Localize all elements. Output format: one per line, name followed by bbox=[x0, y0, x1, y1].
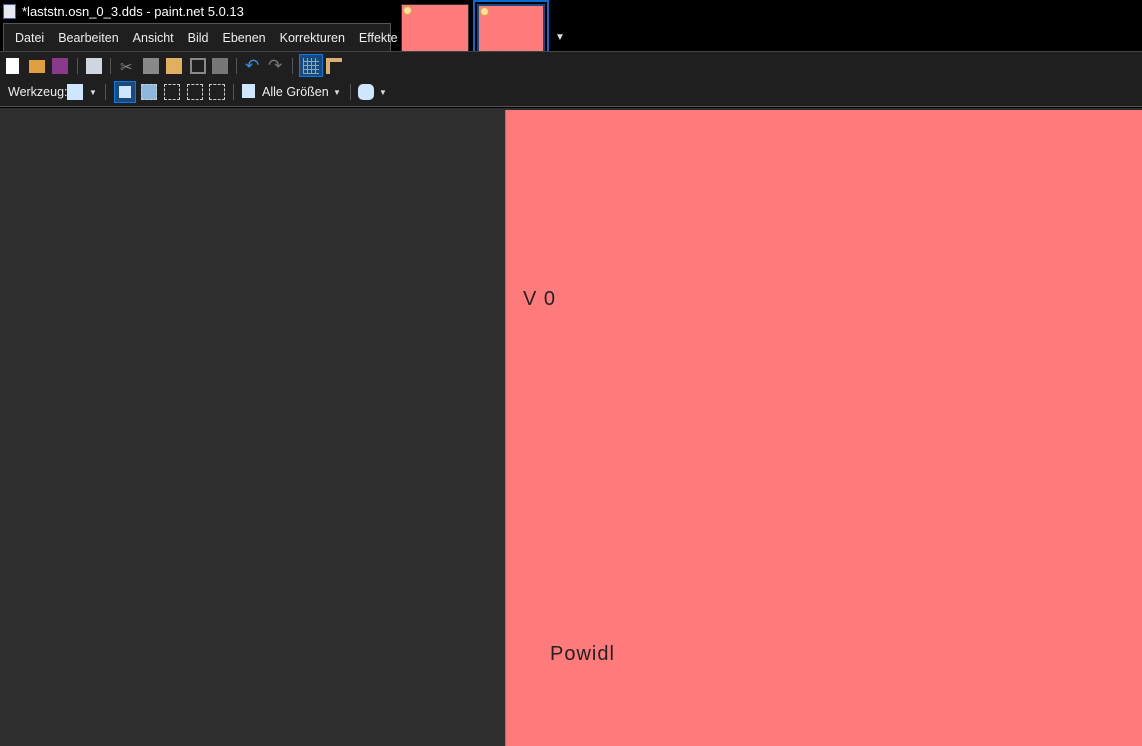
replace-mode-icon bbox=[119, 86, 131, 98]
menu-datei[interactable]: Datei bbox=[8, 31, 51, 45]
rectangle-select-tool-icon[interactable] bbox=[67, 84, 83, 100]
undo-icon[interactable]: ↶ bbox=[245, 56, 261, 75]
copy-icon[interactable] bbox=[143, 58, 159, 74]
toolbar: ✂ ↶ ↷ Werkzeug: ▼ Alle Größen ▼ ▼ bbox=[0, 51, 1142, 107]
crop-icon[interactable] bbox=[190, 58, 206, 74]
paste-icon[interactable] bbox=[166, 58, 182, 74]
separator bbox=[292, 58, 293, 74]
chevron-down-icon[interactable]: ▼ bbox=[89, 88, 97, 97]
image-text-v0: V 0 bbox=[523, 288, 557, 310]
size-dropdown[interactable]: Alle Größen bbox=[262, 85, 329, 99]
antialiasing-icon[interactable] bbox=[358, 84, 374, 100]
separator bbox=[105, 84, 106, 100]
separator bbox=[233, 84, 234, 100]
separator bbox=[350, 84, 351, 100]
chevron-down-icon[interactable]: ▼ bbox=[333, 88, 341, 97]
deselect-icon[interactable] bbox=[212, 58, 228, 74]
ruler-icon[interactable] bbox=[326, 58, 342, 74]
selection-mode-replace-button[interactable] bbox=[114, 81, 136, 103]
image-canvas[interactable]: V 0 Powidl bbox=[505, 110, 1142, 746]
sun-icon bbox=[403, 6, 412, 15]
tool-label: Werkzeug: bbox=[8, 85, 68, 99]
cut-icon[interactable]: ✂ bbox=[120, 58, 136, 76]
grid-icon bbox=[303, 58, 319, 74]
print-icon[interactable] bbox=[86, 58, 102, 74]
selection-size-icon[interactable] bbox=[242, 84, 255, 98]
new-file-icon[interactable] bbox=[6, 58, 19, 74]
menu-ebenen[interactable]: Ebenen bbox=[216, 31, 273, 45]
selection-mode-intersect-icon[interactable] bbox=[187, 84, 203, 100]
separator bbox=[236, 58, 237, 74]
open-file-icon[interactable] bbox=[29, 60, 45, 73]
title-bar: *laststn.osn_0_3.dds - paint.net 5.0.13 bbox=[0, 0, 1142, 24]
window-title: *laststn.osn_0_3.dds - paint.net 5.0.13 bbox=[22, 4, 244, 19]
separator bbox=[110, 58, 111, 74]
menu-effekte[interactable]: Effekte bbox=[352, 31, 405, 45]
grid-toggle-button[interactable] bbox=[299, 54, 323, 77]
redo-icon[interactable]: ↷ bbox=[268, 56, 284, 75]
image-text-powidl: Powidl bbox=[550, 643, 615, 665]
chevron-down-icon[interactable]: ▼ bbox=[379, 88, 387, 97]
app-icon bbox=[3, 4, 16, 19]
menu-bearbeiten[interactable]: Bearbeiten bbox=[51, 31, 125, 45]
selection-mode-union-icon[interactable] bbox=[141, 84, 157, 100]
selection-mode-invert-icon[interactable] bbox=[209, 84, 225, 100]
menu-ansicht[interactable]: Ansicht bbox=[126, 31, 181, 45]
separator bbox=[77, 58, 78, 74]
menu-korrekturen[interactable]: Korrekturen bbox=[273, 31, 352, 45]
tabs-overflow-icon[interactable]: ▼ bbox=[555, 32, 565, 43]
menu-bild[interactable]: Bild bbox=[181, 31, 216, 45]
sun-icon bbox=[480, 7, 489, 16]
selection-mode-exclude-icon[interactable] bbox=[164, 84, 180, 100]
save-icon[interactable] bbox=[52, 58, 68, 74]
menu-bar: Datei Bearbeiten Ansicht Bild Ebenen Kor… bbox=[3, 23, 398, 51]
